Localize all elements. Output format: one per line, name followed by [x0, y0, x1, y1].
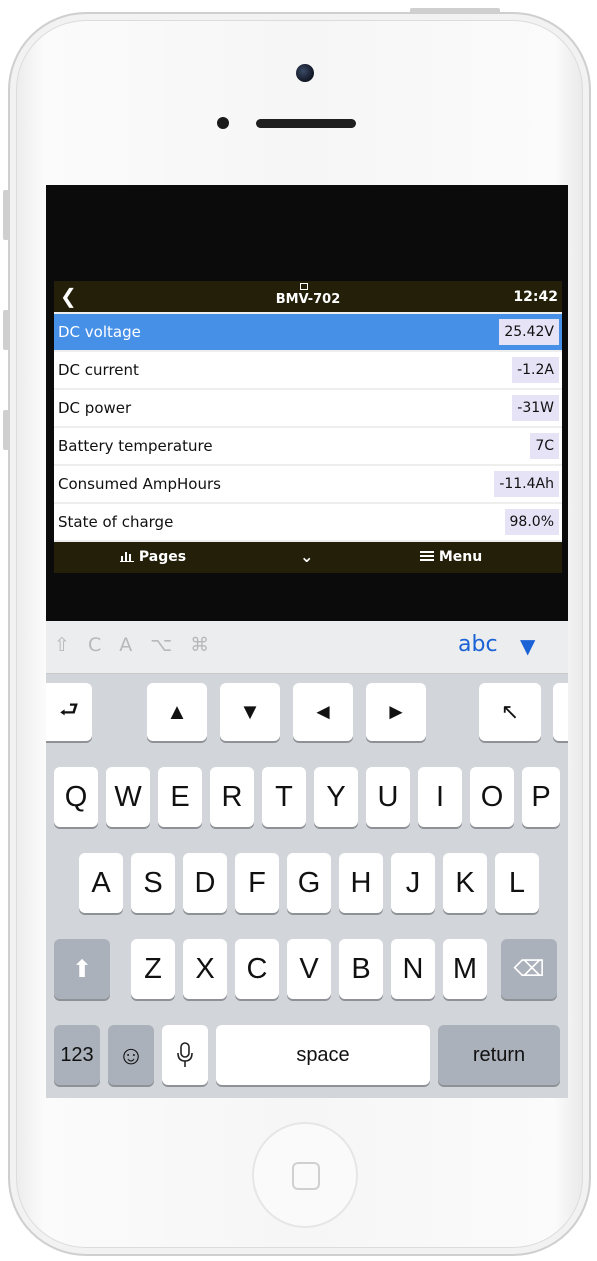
mute-switch — [3, 190, 9, 240]
phone-screen: ❮ BMV-702 12:42 DC voltage 25.42V DC cur… — [46, 185, 568, 1098]
volume-up-button — [3, 310, 9, 350]
volume-down-button — [3, 410, 9, 450]
row-value: -1.2A — [512, 357, 559, 383]
row-label: DC power — [58, 399, 132, 417]
keyboard-toolbar: ⇧ C A ⌥ ⌘ abc ▼ — [46, 621, 568, 674]
list-item-battery-temperature[interactable]: Battery temperature 7C — [54, 428, 562, 464]
numbers-key[interactable]: 123 — [54, 1025, 100, 1085]
row-value: 98.0% — [504, 509, 559, 535]
row-label: State of charge — [58, 513, 174, 531]
menu-button[interactable]: Menu — [420, 549, 482, 565]
row-label: DC voltage — [58, 323, 141, 341]
row-label: Battery temperature — [58, 437, 213, 455]
key-u[interactable]: U — [366, 767, 410, 827]
row-label: DC current — [58, 361, 139, 379]
key-m[interactable]: M — [443, 939, 487, 999]
key-b[interactable]: B — [339, 939, 383, 999]
row-value: -31W — [512, 395, 559, 421]
bmv-app: ❮ BMV-702 12:42 DC voltage 25.42V DC cur… — [54, 281, 562, 573]
return-key[interactable]: return — [438, 1025, 560, 1085]
list-item-state-of-charge[interactable]: State of charge 98.0% — [54, 504, 562, 540]
pages-label: Pages — [138, 549, 187, 565]
proximity-sensor — [217, 117, 229, 129]
enter-key[interactable]: ⮐ — [46, 683, 92, 741]
row-value: -11.4Ah — [494, 471, 559, 497]
key-d[interactable]: D — [183, 853, 227, 913]
modifier-keys[interactable]: ⇧ C A ⌥ ⌘ — [54, 634, 215, 656]
home-square-icon — [292, 1162, 320, 1190]
key-a[interactable]: A — [79, 853, 123, 913]
key-f[interactable]: F — [235, 853, 279, 913]
key-z[interactable]: Z — [131, 939, 175, 999]
key-g[interactable]: G — [287, 853, 331, 913]
key-e[interactable]: E — [158, 767, 202, 827]
key-i[interactable]: I — [418, 767, 462, 827]
row-label: Consumed AmpHours — [58, 475, 221, 493]
partial-key[interactable] — [553, 683, 568, 741]
key-l[interactable]: L — [495, 853, 539, 913]
menu-label: Menu — [438, 549, 483, 565]
microphone-key[interactable] — [162, 1025, 208, 1085]
arrow-up-key[interactable]: ▲ — [147, 683, 207, 741]
delete-key[interactable]: ⌫ — [501, 939, 557, 999]
hamburger-icon — [420, 551, 434, 561]
space-key[interactable]: space — [216, 1025, 430, 1085]
arrow-right-key[interactable]: ► — [366, 683, 426, 741]
list-item-dc-voltage[interactable]: DC voltage 25.42V — [54, 314, 562, 350]
row-value: 25.42V — [499, 319, 559, 345]
row-value: 7C — [530, 433, 559, 459]
key-c[interactable]: C — [235, 939, 279, 999]
abc-toggle[interactable]: abc — [458, 632, 498, 657]
home-arrow-key[interactable]: ↖ — [479, 683, 541, 741]
key-v[interactable]: V — [287, 939, 331, 999]
device-icon — [300, 283, 308, 290]
list-item-dc-power[interactable]: DC power -31W — [54, 390, 562, 426]
page-title: BMV-702 — [275, 292, 341, 307]
key-n[interactable]: N — [391, 939, 435, 999]
pages-button[interactable]: Pages — [120, 549, 186, 565]
arrow-down-key[interactable]: ▼ — [220, 683, 280, 741]
key-q[interactable]: Q — [54, 767, 98, 827]
emoji-key[interactable]: ☺ — [108, 1025, 154, 1085]
shift-key[interactable]: ⬆ — [54, 939, 110, 999]
chevron-down-icon[interactable]: ⌄ — [300, 547, 313, 566]
arrow-left-key[interactable]: ◄ — [293, 683, 353, 741]
key-w[interactable]: W — [106, 767, 150, 827]
front-camera — [296, 64, 314, 82]
list-item-dc-current[interactable]: DC current -1.2A — [54, 352, 562, 388]
key-y[interactable]: Y — [314, 767, 358, 827]
data-list: DC voltage 25.42V DC current -1.2A DC po… — [54, 314, 562, 542]
key-k[interactable]: K — [443, 853, 487, 913]
earpiece-speaker — [256, 119, 356, 128]
home-button[interactable] — [252, 1122, 358, 1228]
key-x[interactable]: X — [183, 939, 227, 999]
bar-chart-icon — [120, 552, 134, 562]
clock: 12:42 — [513, 289, 558, 305]
hide-keyboard-icon[interactable]: ▼ — [520, 634, 535, 658]
key-h[interactable]: H — [339, 853, 383, 913]
key-o[interactable]: O — [470, 767, 514, 827]
key-j[interactable]: J — [391, 853, 435, 913]
power-button — [410, 8, 500, 14]
bottom-bar: Pages ⌄ Menu — [54, 542, 562, 573]
key-s[interactable]: S — [131, 853, 175, 913]
on-screen-keyboard: ⇧ C A ⌥ ⌘ abc ▼ ⮐ ▲ ▼ ◄ ► ↖ Q W E R T Y … — [46, 621, 568, 1098]
key-r[interactable]: R — [210, 767, 254, 827]
microphone-icon — [177, 1042, 193, 1067]
key-t[interactable]: T — [262, 767, 306, 827]
top-bar: ❮ BMV-702 12:42 — [54, 281, 562, 312]
list-item-consumed-amphours[interactable]: Consumed AmpHours -11.4Ah — [54, 466, 562, 502]
key-p[interactable]: P — [522, 767, 560, 827]
